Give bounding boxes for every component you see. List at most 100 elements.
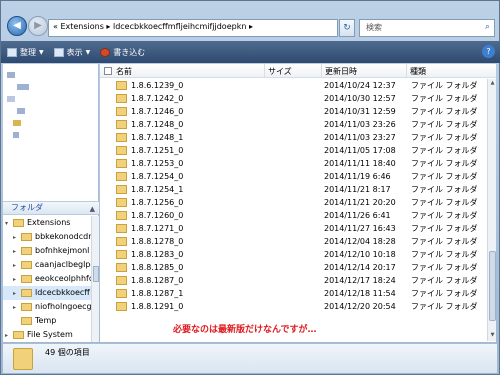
file-row[interactable]: 1.8.7.1242_0 2014/10/30 12:57 ファイル フォルダ — [100, 92, 488, 105]
tree-item[interactable]: ▸ bbkekonodcdm — [3, 230, 91, 244]
file-row[interactable]: 1.8.7.1260_0 2014/11/26 6:41 ファイル フォルダ — [100, 209, 488, 222]
file-row[interactable]: 1.8.7.1256_0 2014/11/21 20:20 ファイル フォルダ — [100, 196, 488, 209]
select-all-checkbox[interactable] — [104, 67, 112, 75]
tree-item-label: File System — [27, 330, 73, 339]
file-row[interactable]: 1.8.7.1254_0 2014/11/19 6:46 ファイル フォルダ — [100, 170, 488, 183]
folder-icon — [116, 250, 127, 259]
file-row[interactable]: 1.8.8.1287_1 2014/12/18 11:54 ファイル フォルダ — [100, 287, 488, 300]
tree-item-extensions[interactable]: ▾ Extensions — [3, 216, 91, 230]
file-row[interactable]: 1.8.7.1248_1 2014/11/03 23:27 ファイル フォルダ — [100, 131, 488, 144]
folder-icon — [116, 224, 127, 233]
column-name[interactable]: 名前 — [116, 66, 132, 77]
favorite-icon[interactable] — [17, 108, 25, 114]
file-type: ファイル フォルダ — [411, 250, 478, 259]
file-date: 2014/10/30 12:57 — [324, 94, 396, 103]
view-button[interactable]: 表示 ▼ — [53, 47, 91, 58]
forward-button[interactable]: ▶ — [28, 16, 48, 36]
file-row[interactable]: 1.8.7.1253_0 2014/11/11 18:40 ファイル フォルダ — [100, 157, 488, 170]
expand-icon[interactable]: ▸ — [13, 245, 21, 258]
file-date: 2014/11/03 23:27 — [324, 133, 396, 142]
favorite-icon[interactable] — [13, 120, 21, 126]
chevron-up-icon: ▲ — [89, 205, 95, 213]
search-input[interactable]: 検索 ⌕ — [359, 19, 495, 37]
file-list-scrollbar[interactable]: ▲ ▼ — [487, 79, 496, 341]
file-name: 1.8.7.1254_1 — [131, 185, 184, 194]
file-row[interactable]: 1.8.6.1239_0 2014/10/24 12:37 ファイル フォルダ — [100, 79, 488, 92]
tree-item-file-system[interactable]: ▸ File System — [3, 328, 91, 342]
address-bar[interactable]: « Extensions ▸ ldcecbkkoecffmfljeihcmifj… — [48, 19, 338, 37]
file-type: ファイル フォルダ — [411, 276, 478, 285]
file-name: 1.8.7.1251_0 — [131, 146, 184, 155]
folder-icon — [116, 172, 127, 181]
tree-item-label: bofnhkejmonl — [35, 246, 90, 255]
file-row[interactable]: 1.8.7.1251_0 2014/11/05 17:08 ファイル フォルダ — [100, 144, 488, 157]
tree-scrollbar[interactable] — [91, 216, 99, 342]
search-icon[interactable]: ⌕ — [485, 22, 490, 32]
column-type[interactable]: 種類 — [410, 66, 426, 77]
favorite-icon[interactable] — [17, 84, 29, 90]
folder-icon — [13, 348, 33, 370]
organize-button[interactable]: 整理 ▼ — [7, 47, 44, 58]
scrollbar-thumb[interactable] — [93, 266, 99, 282]
file-date: 2014/11/19 6:46 — [324, 172, 391, 181]
help-icon[interactable]: ? — [482, 45, 495, 58]
file-row[interactable]: 1.8.8.1287_0 2014/12/17 18:24 ファイル フォルダ — [100, 274, 488, 287]
file-row[interactable]: 1.8.7.1271_0 2014/11/27 16:43 ファイル フォルダ — [100, 222, 488, 235]
column-size[interactable]: サイズ — [268, 66, 292, 77]
tree-item[interactable]: Temp — [3, 314, 91, 328]
column-date[interactable]: 更新日時 — [325, 66, 357, 77]
back-button[interactable]: ◀ — [7, 16, 27, 36]
expand-icon[interactable]: ▸ — [13, 273, 21, 286]
file-type: ファイル フォルダ — [411, 159, 478, 168]
favorite-icon[interactable] — [7, 96, 15, 102]
folder-icon — [116, 198, 127, 207]
expand-icon[interactable]: ▸ — [13, 287, 21, 300]
file-date: 2014/12/04 18:28 — [324, 237, 396, 246]
file-row[interactable]: 1.8.7.1254_1 2014/11/21 8:17 ファイル フォルダ — [100, 183, 488, 196]
file-row[interactable]: 1.8.7.1248_0 2014/11/03 23:26 ファイル フォルダ — [100, 118, 488, 131]
refresh-icon[interactable]: ↻ — [339, 19, 355, 37]
file-row[interactable]: 1.8.7.1246_0 2014/10/31 12:59 ファイル フォルダ — [100, 105, 488, 118]
annotation-text: 必要なのは最新版だけなんですが… — [171, 322, 319, 335]
file-name: 1.8.8.1291_0 — [131, 302, 184, 311]
tree-item[interactable]: ▸ eeokceolphhfc — [3, 272, 91, 286]
expand-icon[interactable]: ▸ — [13, 301, 21, 314]
tree-item[interactable]: ▸ caanjaclbeglpo — [3, 258, 91, 272]
organize-icon — [7, 47, 17, 57]
tree-item[interactable]: ▸ bofnhkejmonl — [3, 244, 91, 258]
file-date: 2014/10/24 12:37 — [324, 81, 396, 90]
expand-icon[interactable]: ▸ — [5, 329, 13, 342]
folder-icon — [21, 274, 32, 283]
scroll-up-icon[interactable]: ▲ — [489, 80, 496, 88]
expand-icon[interactable]: ▸ — [13, 231, 21, 244]
tree-item[interactable]: ▸ niofholngoecg — [3, 300, 91, 314]
folder-icon — [21, 246, 32, 255]
burn-button[interactable]: 書き込む — [100, 47, 145, 58]
chevron-down-icon: ▼ — [85, 48, 91, 56]
favorite-icon[interactable] — [7, 72, 15, 78]
scroll-down-icon[interactable]: ▼ — [489, 332, 496, 340]
scrollbar-thumb[interactable] — [489, 251, 496, 321]
file-row[interactable]: 1.8.8.1278_0 2014/12/04 18:28 ファイル フォルダ — [100, 235, 488, 248]
file-date: 2014/12/10 10:18 — [324, 250, 396, 259]
file-date: 2014/11/21 20:20 — [324, 198, 396, 207]
file-type: ファイル フォルダ — [411, 224, 478, 233]
file-date: 2014/10/31 12:59 — [324, 107, 396, 116]
file-type: ファイル フォルダ — [411, 94, 478, 103]
favorite-icon[interactable] — [13, 132, 19, 138]
file-type: ファイル フォルダ — [411, 198, 478, 207]
file-name: 1.8.6.1239_0 — [131, 81, 184, 90]
folders-header[interactable]: フォルダ ▲ — [3, 201, 99, 215]
file-row[interactable]: 1.8.8.1291_0 2014/12/20 20:54 ファイル フォルダ — [100, 300, 488, 313]
burn-icon — [100, 47, 111, 57]
file-row[interactable]: 1.8.8.1285_0 2014/12/14 20:17 ファイル フォルダ — [100, 261, 488, 274]
tree-item-label: Temp — [35, 316, 57, 325]
file-row[interactable]: 1.8.8.1283_0 2014/12/10 10:18 ファイル フォルダ — [100, 248, 488, 261]
file-name: 1.8.7.1248_1 — [131, 133, 184, 142]
expand-icon[interactable]: ▸ — [13, 259, 21, 272]
folder-tree: ▾ Extensions ▸ bbkekonodcdm ▸ bofnhkejmonl … — [3, 216, 91, 342]
tree-item-selected[interactable]: ▸ ldcecbkkoecff — [3, 286, 91, 300]
folder-icon — [116, 185, 127, 194]
file-type: ファイル フォルダ — [411, 302, 478, 311]
expand-icon[interactable]: ▾ — [5, 217, 13, 230]
